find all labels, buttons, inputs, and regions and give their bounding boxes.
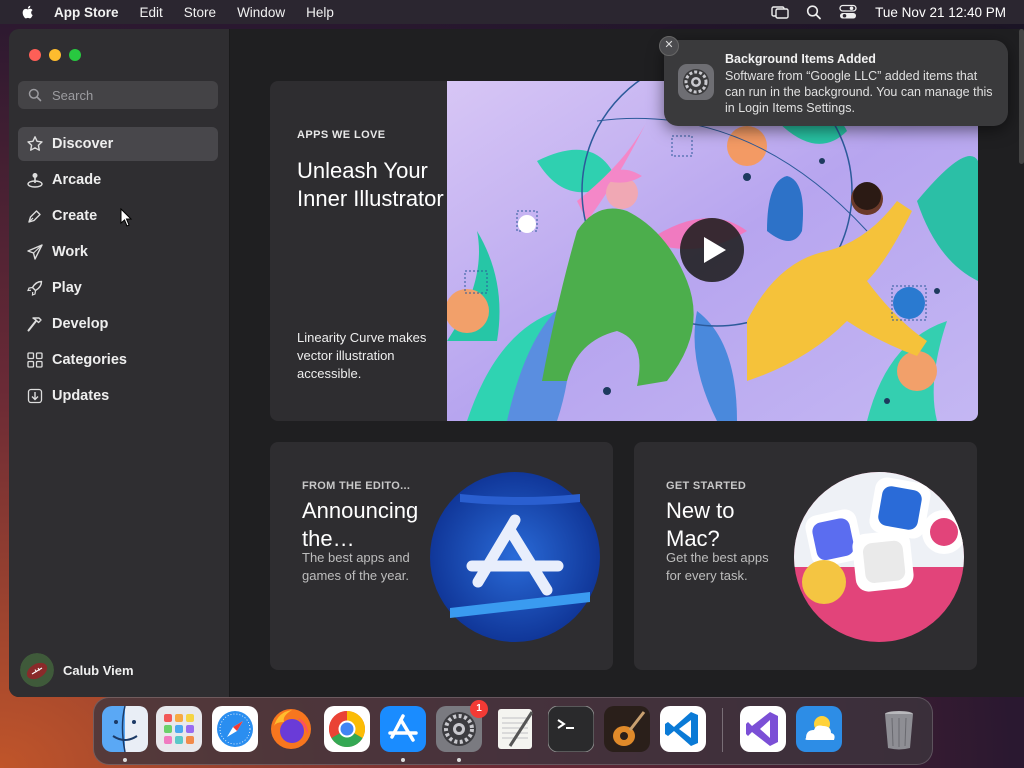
app-store-icon[interactable] [380,706,426,752]
menu-help[interactable]: Help [306,5,334,20]
card-description: The best apps and games of the year. [302,550,410,583]
hero-title: Unleash Your Inner Illustrator [297,158,444,211]
sidebar-item-work[interactable]: Work [18,235,218,269]
star-icon [27,136,43,151]
menu-window[interactable]: Window [237,5,285,20]
sidebar-nav: Discover Arcade Create Work Play Develop… [18,127,218,415]
running-indicator [457,758,461,762]
card-get-started[interactable]: GET STARTED New to Mac? Get the best app… [634,442,977,670]
sidebar-item-label: Arcade [52,172,102,188]
minimize-window-button[interactable] [49,49,61,61]
hero-description: Linearity Curve makes vector illustratio… [297,330,427,381]
download-icon [27,388,43,404]
zoom-window-button[interactable] [69,49,81,61]
system-settings-gear-icon [678,64,714,100]
main-content: APPS WE LOVE Unleash Your Inner Illustra… [230,29,1024,697]
menu-clock[interactable]: Tue Nov 21 12:40 PM [875,5,1006,20]
safari-icon[interactable] [212,706,258,752]
card-description: Get the best apps for every task. [666,550,769,583]
notification-banner[interactable]: Background Items Added Software from “Go… [664,40,1008,126]
sidebar-item-updates[interactable]: Updates [18,379,218,413]
card-title: Announcing the… [302,498,419,551]
scrollbar[interactable] [1019,29,1024,164]
sidebar: Discover Arcade Create [9,29,230,697]
garageband-icon[interactable] [604,706,650,752]
sidebar-item-label: Work [52,244,88,260]
menu-app-name[interactable]: App Store [54,5,119,20]
apple-logo-icon[interactable] [20,4,36,20]
avatar[interactable] [20,653,54,687]
weather-icon[interactable] [796,706,842,752]
sidebar-item-label: Play [52,280,82,296]
chrome-icon[interactable] [324,706,370,752]
launchpad-icon[interactable] [156,706,202,752]
spotlight-search-icon[interactable] [805,4,823,20]
sidebar-item-categories[interactable]: Categories [18,343,218,377]
account-profile[interactable]: Calub Viem [20,653,134,687]
notification-close-button[interactable]: ✕ [659,36,679,56]
dock-separator [722,708,723,752]
trash-icon[interactable] [876,706,922,752]
rocket-icon [27,280,43,296]
sidebar-item-label: Updates [52,388,110,404]
hero-eyebrow: APPS WE LOVE [297,129,386,141]
profile-name: Calub Viem [63,662,134,678]
sidebar-item-label: Create [52,208,98,224]
paper-plane-icon [27,244,43,260]
running-indicator [401,758,405,762]
textedit-icon[interactable] [492,706,538,752]
sidebar-item-arcade[interactable]: Arcade [18,163,218,197]
sidebar-item-label: Develop [52,316,109,332]
pen-icon [28,210,41,223]
app-store-window: Discover Arcade Create [9,29,1024,697]
grid-icon [27,352,43,368]
search-input[interactable] [50,86,214,104]
sidebar-item-label: Categories [52,352,127,368]
notification-body: Software from “Google LLC” added items t… [725,69,993,115]
visual-studio-icon[interactable] [740,706,786,752]
football-avatar-icon [20,653,54,687]
finder-icon[interactable] [102,706,148,752]
app-store-logo-icon [430,472,600,642]
mac-apps-collage-icon [794,472,964,642]
screen-mirroring-icon[interactable] [771,4,789,20]
firefox-icon[interactable] [268,706,314,752]
search-field[interactable] [18,81,218,109]
menu-bar-status: Tue Nov 21 12:40 PM [755,0,1006,24]
menu-store[interactable]: Store [184,5,216,20]
sidebar-item-label: Discover [52,136,114,152]
notification-title: Background Items Added [725,52,876,66]
sidebar-item-play[interactable]: Play [18,271,218,305]
menu-bar: App Store Edit Store Window Help Tue Nov… [0,0,1024,24]
sidebar-item-discover[interactable]: Discover [18,127,218,161]
card-eyebrow: GET STARTED [666,480,747,492]
search-icon [28,88,42,102]
vscode-icon[interactable] [660,706,706,752]
card-eyebrow: FROM THE EDITO... [302,480,411,492]
running-indicator [123,758,127,762]
joystick-icon [27,173,43,188]
window-controls [29,49,89,61]
control-center-icon[interactable] [839,4,857,20]
close-window-button[interactable] [29,49,41,61]
hammer-icon [27,317,42,332]
dock: 1 [93,697,933,765]
hero-card[interactable]: APPS WE LOVE Unleash Your Inner Illustra… [270,81,978,421]
notification-badge: 1 [470,700,488,718]
card-editors-choice[interactable]: FROM THE EDITO... Announcing the… The be… [270,442,613,670]
mouse-pointer-icon [120,208,133,227]
sidebar-item-create[interactable]: Create [18,199,218,233]
sidebar-item-develop[interactable]: Develop [18,307,218,341]
card-title: New to Mac? [666,498,735,551]
terminal-icon[interactable] [548,706,594,752]
system-settings-dock-item[interactable]: 1 [436,700,488,752]
menu-edit[interactable]: Edit [140,5,163,20]
play-video-button[interactable] [679,217,745,283]
